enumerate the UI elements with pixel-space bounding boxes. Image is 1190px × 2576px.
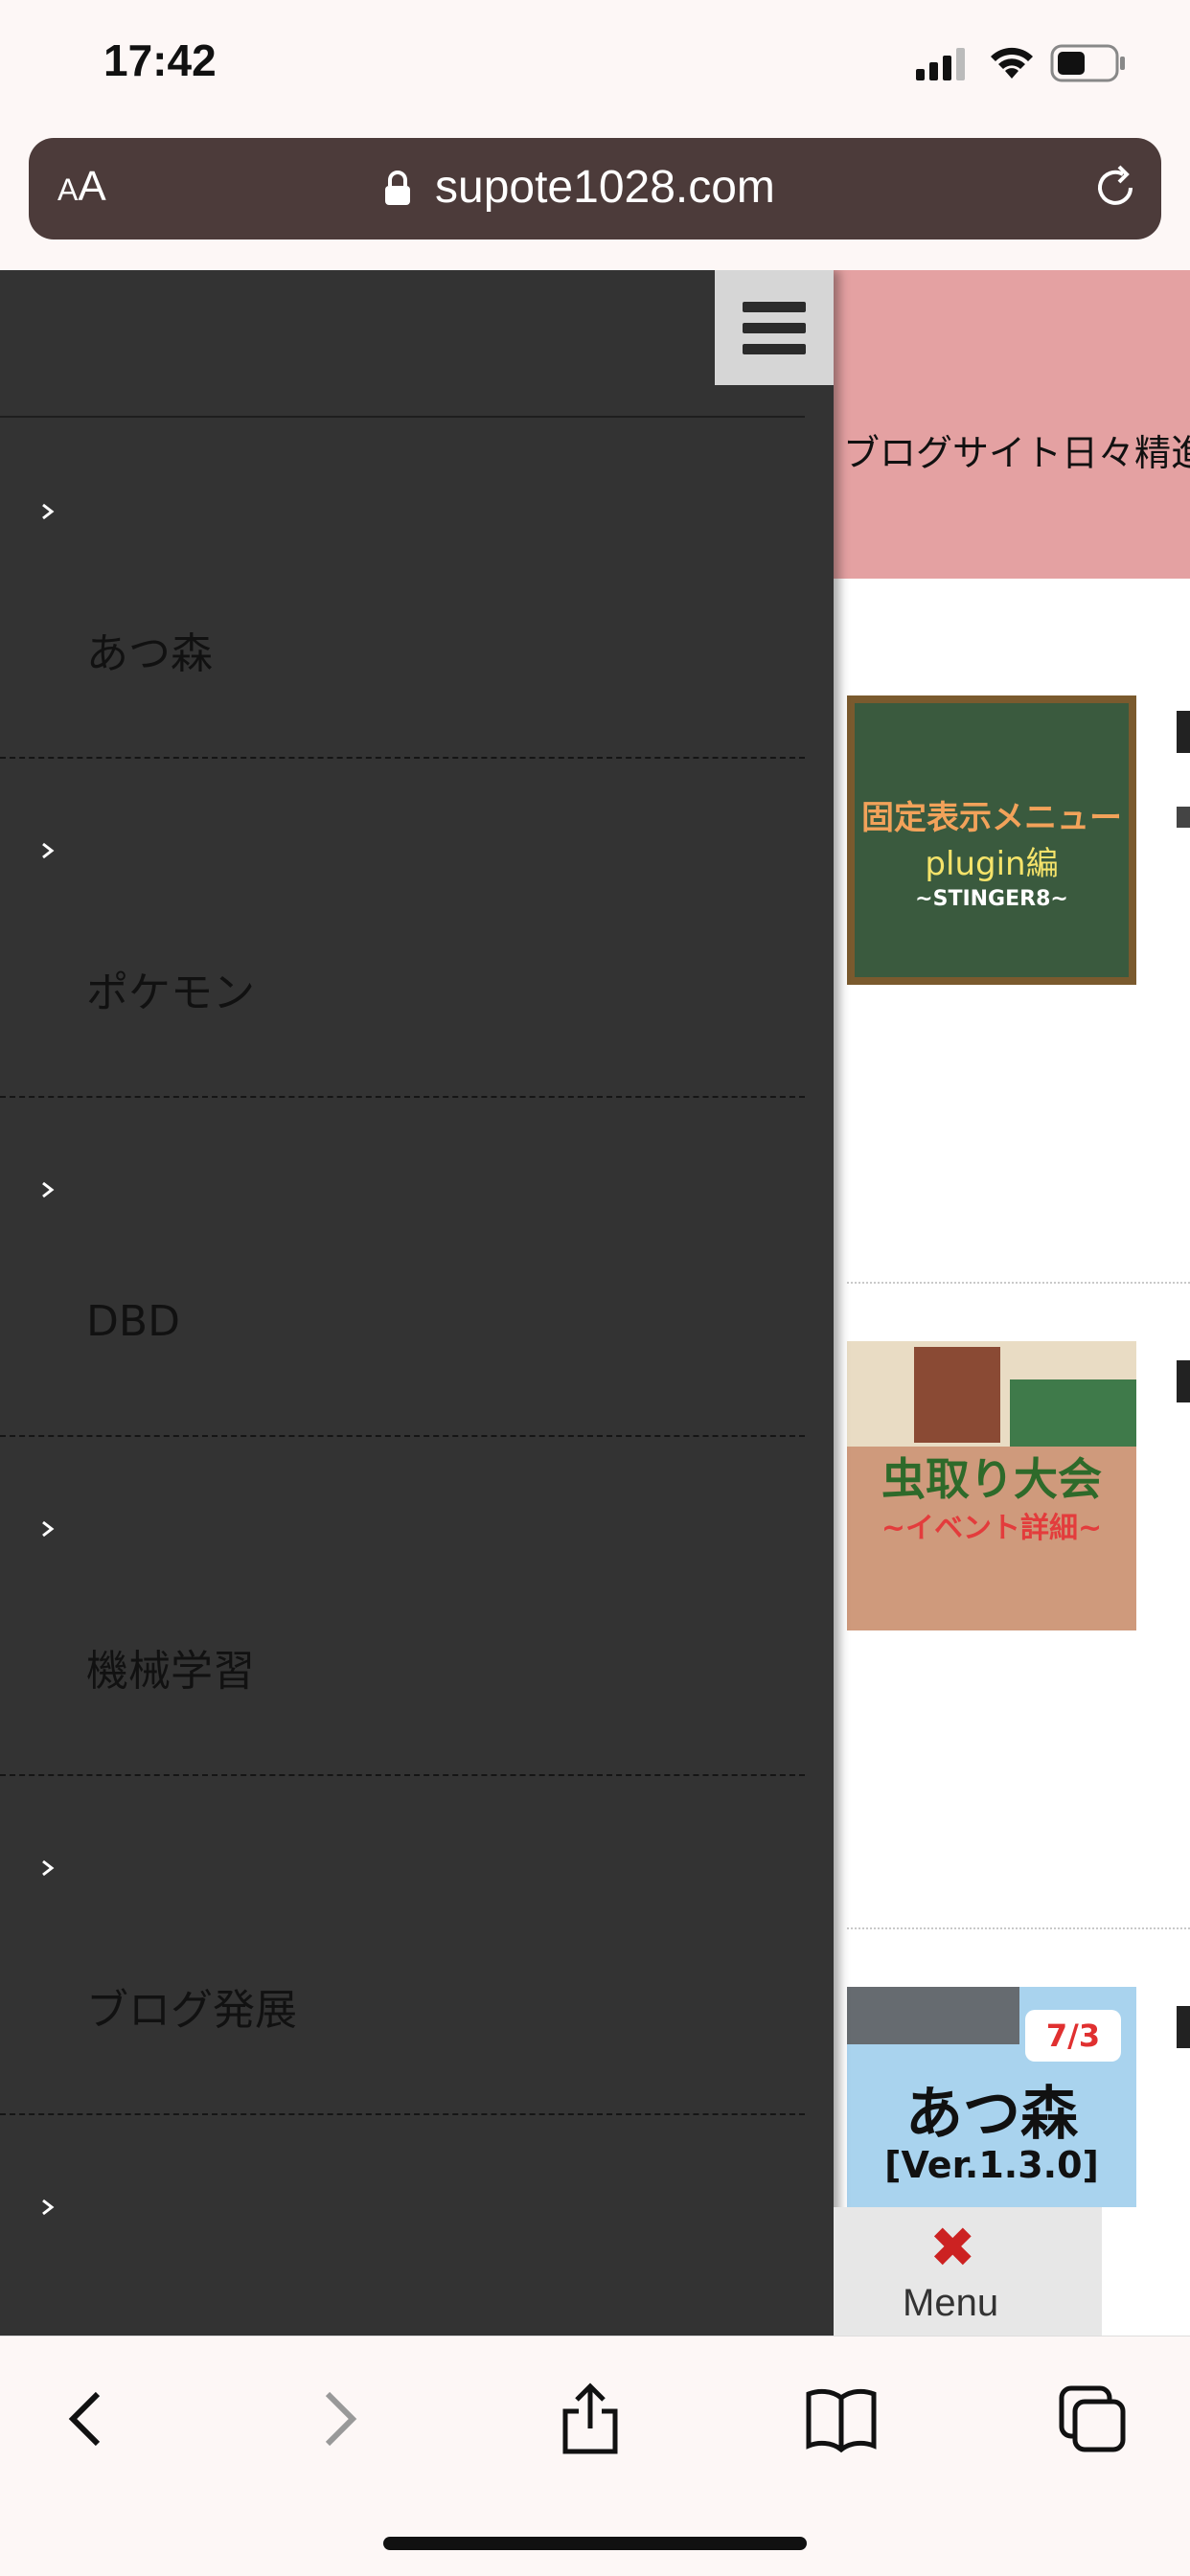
menu-item-more[interactable]: [0, 2113, 805, 2336]
post-text-fragment: [1177, 2006, 1190, 2048]
thumbnail-rock: [847, 1987, 1019, 2044]
chevron-right-icon: [42, 1859, 55, 1877]
lock-icon: [385, 171, 410, 205]
bookmarks-icon[interactable]: [803, 2381, 880, 2457]
thumbnail-caption: ~STINGER8~: [915, 887, 1068, 911]
slide-menu-drawer: あつ森 ポケモン DBD 機械学習 ブログ発展: [0, 270, 834, 2336]
wifi-icon: [991, 47, 1033, 79]
post-thumbnail[interactable]: 7/3 あつ森 [Ver.1.3.0]: [847, 1987, 1136, 2207]
thumbnail-title: 固定表示メニュー: [861, 799, 1122, 837]
thumbnail-subtitle: ~イベント詳細~: [881, 1512, 1103, 1545]
status-time: 17:42: [103, 35, 217, 85]
chevron-right-icon: [42, 1520, 55, 1538]
menu-item-label: DBD: [86, 1297, 180, 1346]
thumbnail-subtitle: [Ver.1.3.0]: [884, 2144, 1099, 2186]
reader-text-size-button[interactable]: AA: [57, 163, 106, 211]
menu-item-atsumori[interactable]: あつ森: [0, 418, 805, 759]
post-divider: [847, 1282, 1190, 1284]
thumbnail-title: 虫取り大会: [881, 1453, 1102, 1505]
chevron-right-icon: [42, 503, 55, 520]
post-text-fragment: [1177, 1360, 1190, 1402]
menu-item-label: あつ森: [86, 629, 213, 678]
thumbnail-title: あつ森: [905, 2081, 1078, 2148]
menu-item-blog-development[interactable]: ブログ発展: [0, 1774, 805, 2115]
menu-close-tab[interactable]: ✖ Menu: [834, 2207, 1102, 2336]
home-indicator: [383, 2537, 807, 2550]
thumbnail-tent: [1010, 1379, 1136, 1447]
hamburger-line: [743, 344, 806, 354]
post-text-fragment: [1177, 711, 1190, 753]
hamburger-line: [743, 302, 806, 312]
thumbnail-badge: 7/3: [1025, 2010, 1121, 2062]
battery-icon: [1050, 44, 1125, 82]
tabs-icon[interactable]: [1054, 2381, 1131, 2457]
chevron-right-icon: [42, 1181, 55, 1198]
menu-item-dbd[interactable]: DBD: [0, 1096, 805, 1437]
menu-item-label: ポケモン: [86, 969, 255, 1017]
hamburger-line: [743, 323, 806, 333]
menu-item-pokemon[interactable]: ポケモン: [0, 757, 805, 1098]
thumbnail-door: [914, 1347, 1000, 1443]
post-thumbnail[interactable]: 固定表示メニュー plugin編 ~STINGER8~: [847, 695, 1136, 985]
post-thumbnail[interactable]: 虫取り大会 ~イベント詳細~: [847, 1341, 1136, 1630]
chevron-right-icon: [42, 2199, 55, 2216]
hamburger-menu-button[interactable]: [715, 270, 834, 385]
status-bar: 17:42: [0, 0, 1190, 134]
web-content: ブログサイト日々精進 固定表示メニュー plugin編 ~STINGER8~ 虫…: [0, 270, 1190, 2336]
share-icon[interactable]: [552, 2381, 629, 2457]
back-icon[interactable]: [50, 2381, 126, 2457]
drawer-header: [0, 270, 805, 418]
thumbnail-subtitle: plugin編: [925, 845, 1059, 883]
menu-item-label: ブログ発展: [86, 1986, 297, 2035]
url-text: supote1028.com: [435, 162, 775, 213]
close-icon: ✖: [929, 2215, 976, 2280]
chevron-right-icon: [42, 842, 55, 859]
cellular-signal-icon: [916, 48, 965, 80]
site-tagline: ブログサイト日々精進: [843, 432, 1190, 474]
forward-icon[interactable]: [299, 2381, 376, 2457]
reload-icon[interactable]: [1090, 163, 1140, 213]
menu-item-machine-learning[interactable]: 機械学習: [0, 1435, 805, 1776]
post-text-fragment: [1177, 807, 1190, 828]
menu-item-label: 機械学習: [86, 1647, 255, 1696]
post-divider: [847, 1927, 1190, 1929]
address-bar[interactable]: AA supote1028.com: [29, 138, 1161, 239]
menu-tab-label: Menu: [903, 2282, 999, 2324]
site-header-banner: ブログサイト日々精進: [834, 270, 1190, 579]
